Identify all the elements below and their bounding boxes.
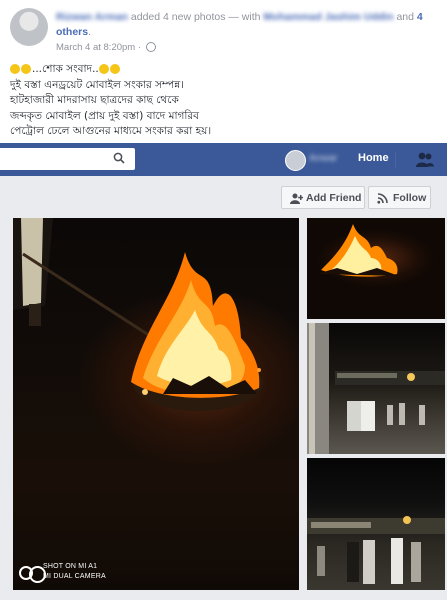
post-time[interactable]: March 4 at 8:20pm bbox=[56, 42, 135, 53]
nav-divider bbox=[395, 152, 396, 168]
camera-watermark-icon bbox=[19, 566, 46, 583]
post-line: ...শোক সংবাদ.. bbox=[10, 62, 440, 78]
user-avatar[interactable] bbox=[285, 150, 306, 171]
author-name[interactable]: Rizwan Arman bbox=[56, 11, 128, 23]
photo-grid: SHOT ON MI A1 MI DUAL CAMERA bbox=[0, 216, 447, 600]
post-timestamp[interactable]: March 4 at 8:20pm · bbox=[56, 42, 156, 53]
sad-emoji-icon bbox=[109, 64, 120, 74]
user-name[interactable]: Anwar bbox=[309, 153, 337, 164]
post-line: পেট্রোল ঢেলে আগুনের মাধ্যমে সংকার করা হয… bbox=[10, 125, 212, 137]
period-text: . bbox=[88, 26, 92, 38]
and-text: and bbox=[396, 11, 414, 23]
post-line: জব্দকৃত মোবাইল (প্রায় দুই বস্তা) বাদে ম… bbox=[10, 109, 200, 122]
photo-thumb-1[interactable] bbox=[307, 218, 445, 319]
courtyard-thumb bbox=[307, 323, 445, 454]
sad-emoji-icon bbox=[10, 64, 20, 74]
follow-button[interactable]: Follow bbox=[368, 186, 431, 209]
photo-main[interactable]: SHOT ON MI A1 MI DUAL CAMERA bbox=[13, 218, 299, 590]
facebook-navbar: Anwar Home bbox=[0, 143, 447, 176]
post-line: হাটহাজারী মাদরাসায় ছাত্রদের কাছ থেকে bbox=[10, 94, 179, 106]
sad-emoji-icon bbox=[98, 64, 109, 74]
post-line: দুই বস্তা এনড্রয়েট মোবাইল সংকার সম্পন্ন… bbox=[10, 78, 184, 91]
profile-actions: Add Friend Follow bbox=[0, 176, 447, 216]
add-friend-icon bbox=[290, 193, 303, 204]
follow-label: Follow bbox=[393, 192, 427, 204]
crowd-thumb bbox=[307, 516, 445, 584]
follow-icon bbox=[377, 193, 388, 204]
globe-icon bbox=[145, 42, 156, 53]
camera-line-2: MI DUAL CAMERA bbox=[43, 573, 106, 580]
post-body: ...শোক সংবাদ.. দুই বস্তা এনড্রয়েট মোবাই… bbox=[10, 62, 440, 140]
bonfire-photo bbox=[13, 218, 263, 411]
search-input[interactable] bbox=[0, 148, 135, 170]
camera-line-1: SHOT ON MI A1 bbox=[43, 563, 98, 570]
bonfire-thumb bbox=[317, 224, 399, 277]
friends-icon[interactable] bbox=[415, 151, 435, 169]
search-icon[interactable] bbox=[113, 152, 125, 164]
home-link[interactable]: Home bbox=[358, 152, 389, 164]
add-friend-label: Add Friend bbox=[306, 192, 362, 204]
photo-thumb-3[interactable] bbox=[307, 458, 445, 590]
author-avatar[interactable] bbox=[10, 8, 48, 46]
camera-watermark: SHOT ON MI A1 MI DUAL CAMERA bbox=[43, 562, 106, 582]
post-author-line: Rizwan Arman added 4 new photos — with M… bbox=[56, 10, 436, 40]
photo-thumb-2[interactable] bbox=[307, 323, 445, 454]
add-friend-button[interactable]: Add Friend bbox=[281, 186, 365, 209]
sad-emoji-icon bbox=[21, 64, 31, 74]
meta-separator: · bbox=[137, 42, 142, 53]
tagged-name[interactable]: Mohammad Jashim Uddin bbox=[263, 11, 393, 23]
post-header: Rizwan Arman added 4 new photos — with M… bbox=[0, 0, 447, 143]
added-text: added 4 new photos — with bbox=[130, 11, 261, 23]
